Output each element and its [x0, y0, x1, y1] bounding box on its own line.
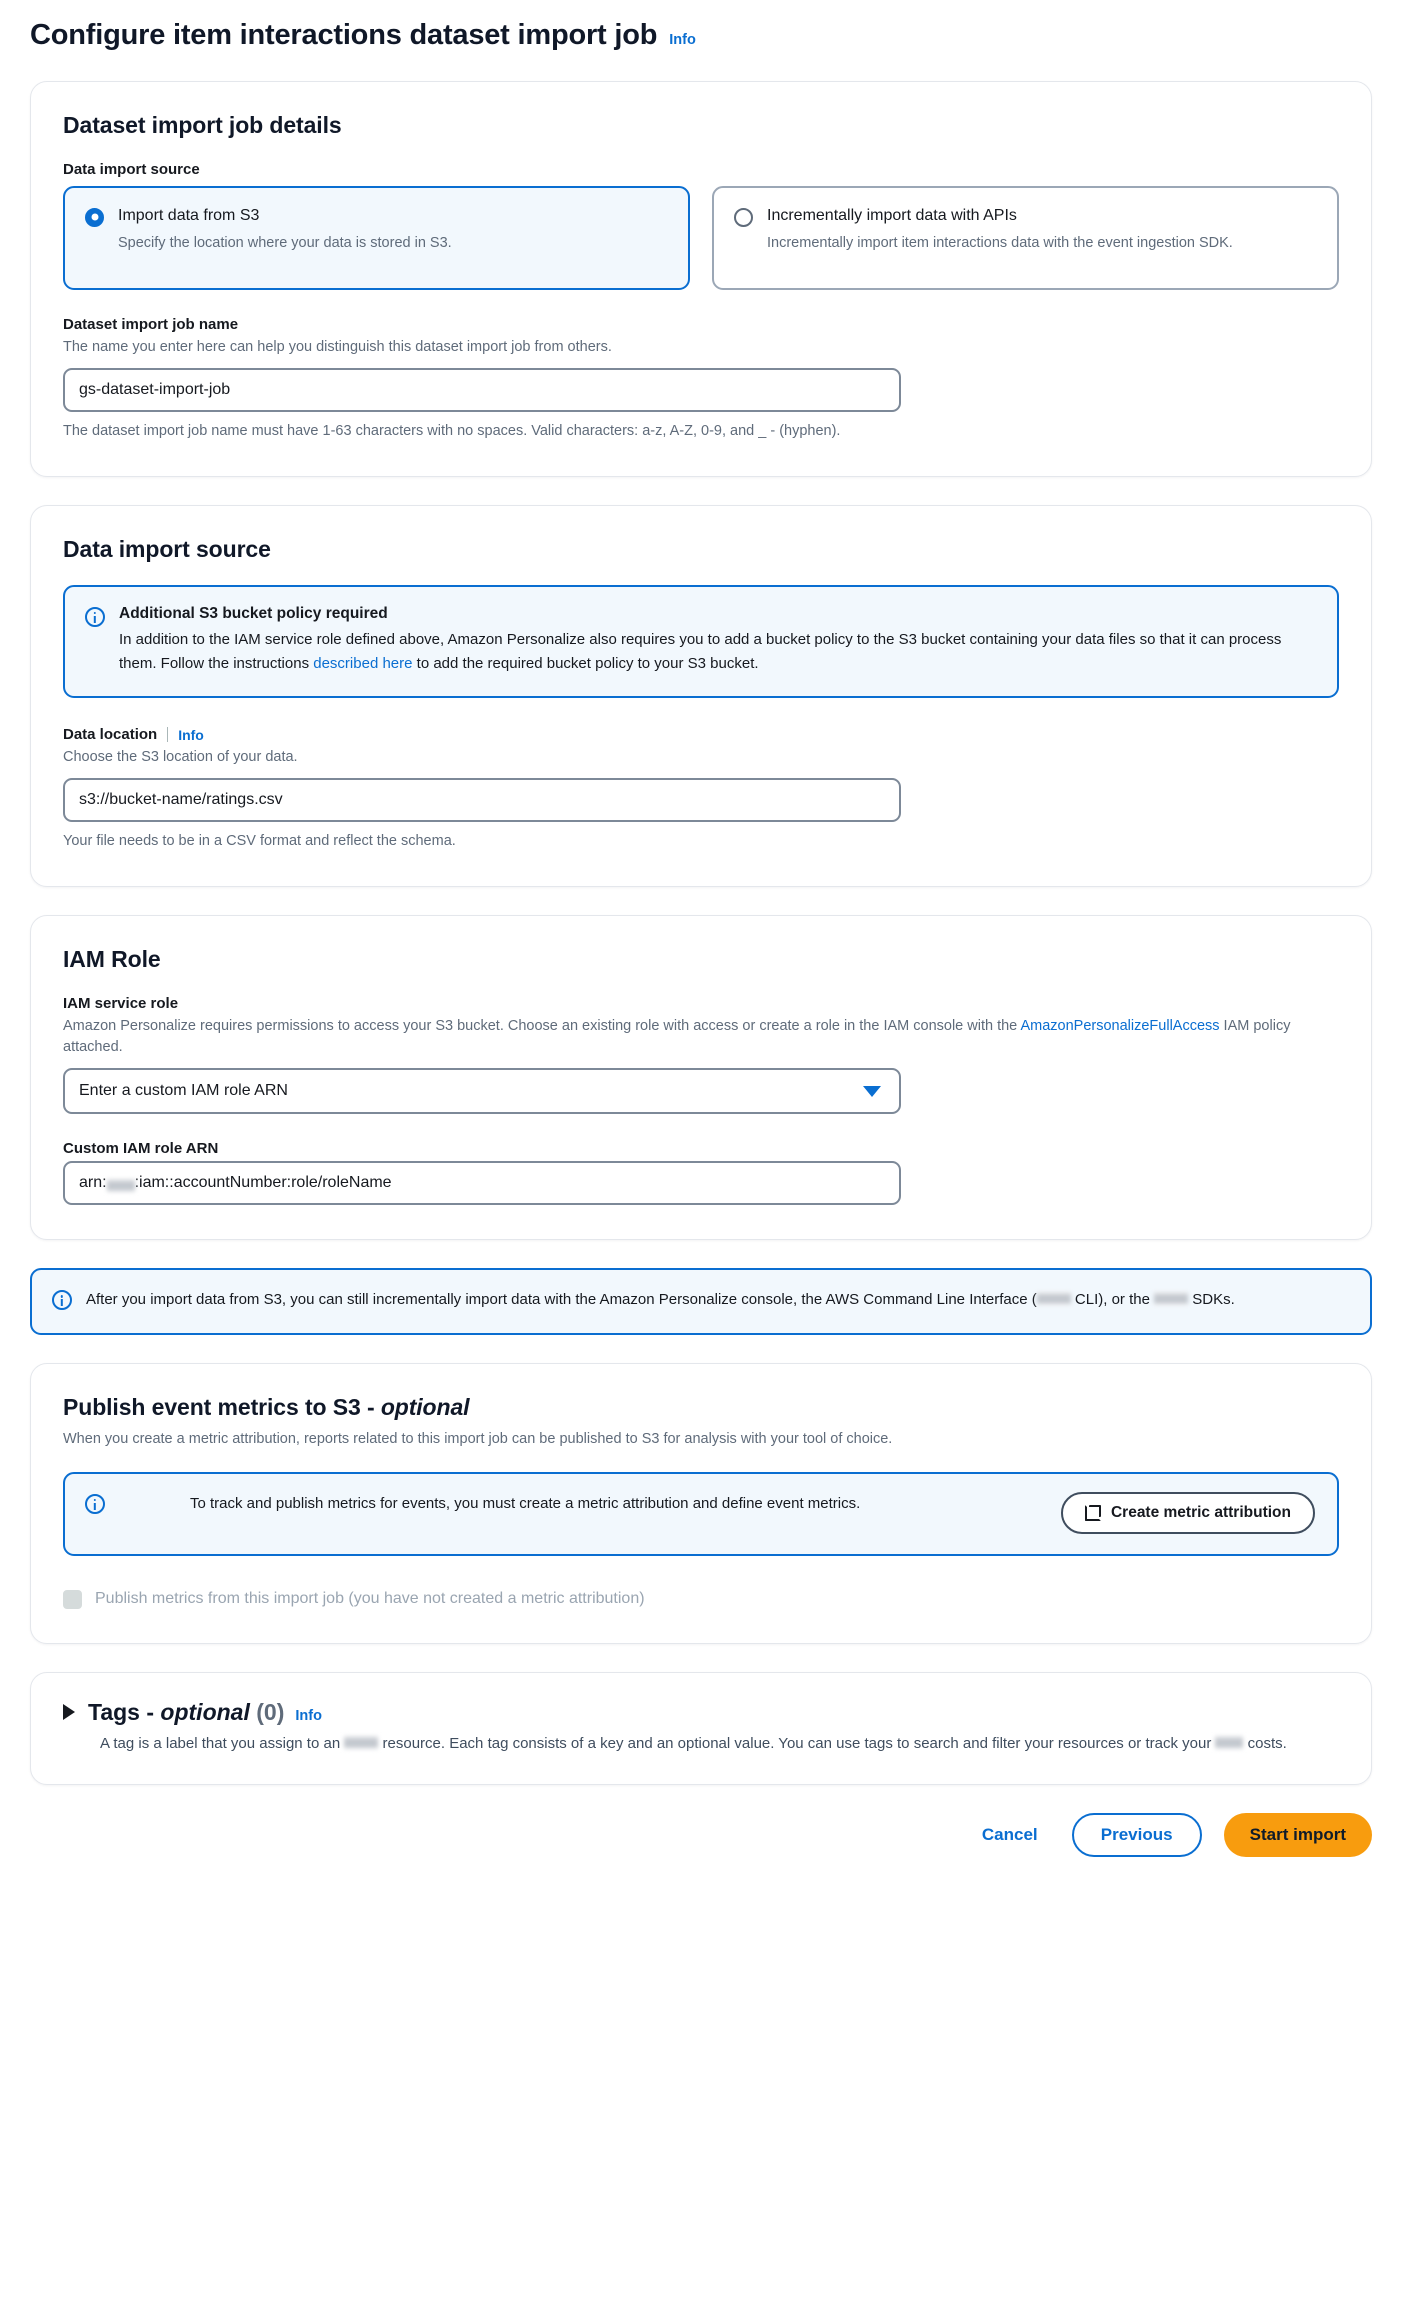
metric-attribution-alert: To track and publish metrics for events,… — [63, 1471, 1339, 1556]
metric-attribution-alert-text: To track and publish metrics for events,… — [189, 1494, 861, 1512]
tags-description: A tag is a label that you assign to an r… — [100, 1732, 1339, 1756]
publish-metrics-description: When you create a metric attribution, re… — [63, 1430, 893, 1447]
tags-card: Tags - optional (0) Info A tag is a labe… — [30, 1671, 1372, 1786]
footer-actions: Cancel Previous Start import — [30, 1813, 1372, 1858]
incremental-text-part3: SDKs. — [1188, 1291, 1235, 1309]
data-import-source-radio-group: Import data from S3 Specify the location… — [63, 185, 1339, 290]
iam-desc-before-link: Amazon Personalize requires permissions … — [63, 1018, 1021, 1035]
iam-role-card: IAM Role IAM service role Amazon Persona… — [30, 915, 1372, 1241]
data-location-label-text: Data location — [63, 726, 158, 744]
iam-service-role-description: Amazon Personalize requires permissions … — [63, 1016, 1313, 1058]
external-link-icon — [1084, 1504, 1101, 1521]
data-import-source-section-title: Data import source — [63, 535, 271, 562]
iam-service-role-label-text: IAM service role — [63, 995, 179, 1013]
alert-text-after-link: to add the required bucket policy to you… — [412, 655, 759, 673]
custom-iam-role-arn-label: Custom IAM role ARN — [63, 1140, 1339, 1157]
chevron-down-icon[interactable] — [863, 1085, 881, 1097]
cancel-button[interactable]: Cancel — [970, 1815, 1050, 1855]
label-divider — [167, 727, 169, 743]
publish-metrics-checkbox-row: Publish metrics from this import job (yo… — [63, 1589, 1339, 1609]
redacted-aws-text-1 — [1036, 1291, 1071, 1307]
arn-value-suffix: :iam::accountNumber:role/roleName — [134, 1174, 392, 1192]
publish-metrics-checkbox-label: Publish metrics from this import job (yo… — [95, 1590, 645, 1608]
info-icon — [85, 606, 105, 627]
job-name-hint: The dataset import job name must have 1-… — [63, 422, 841, 439]
publish-metrics-checkbox — [63, 1589, 82, 1609]
radio-tile-import-from-s3[interactable]: Import data from S3 Specify the location… — [63, 185, 690, 290]
chevron-right-icon[interactable] — [63, 1704, 75, 1721]
iam-service-role-label: IAM service role — [63, 995, 1339, 1012]
incremental-text-part2: CLI), or the — [1070, 1291, 1155, 1309]
tags-expand-toggle[interactable]: Tags - optional (0) Info — [63, 1699, 1339, 1726]
redacted-partition-text — [106, 1177, 135, 1193]
iam-role-section-title: IAM Role — [63, 946, 161, 973]
previous-button[interactable]: Previous — [1071, 1813, 1202, 1858]
publish-metrics-title-optional: optional — [380, 1393, 470, 1420]
create-metric-attribution-button[interactable]: Create metric attribution — [1060, 1491, 1315, 1534]
tags-info-link[interactable]: Info — [295, 1708, 322, 1724]
radio-tile-title-apis: Incrementally import data with APIs — [767, 206, 1017, 224]
radio-tile-incremental-apis[interactable]: Incrementally import data with APIs Incr… — [712, 185, 1339, 290]
alert-text-bucket-policy: In addition to the IAM service role defi… — [119, 628, 1315, 677]
data-import-source-card: Data import source Additional S3 bucket … — [30, 504, 1372, 888]
data-location-info-link[interactable]: Info — [178, 727, 204, 743]
iam-service-role-select[interactable]: Enter a custom IAM role ARN — [63, 1068, 901, 1115]
dataset-import-job-details-card: Dataset import job details Data import s… — [30, 80, 1372, 477]
custom-iam-role-arn-label-text: Custom IAM role ARN — [63, 1140, 219, 1158]
page-title: Configure item interactions dataset impo… — [30, 19, 658, 51]
tags-desc-part3: costs. — [1243, 1734, 1287, 1752]
tags-title-optional: optional — [160, 1698, 250, 1725]
tags-count: (0) — [256, 1698, 285, 1725]
radio-icon-unselected[interactable] — [734, 207, 753, 227]
info-icon — [85, 1493, 105, 1514]
incremental-import-alert-text: After you import data from S3, you can s… — [86, 1288, 1348, 1312]
data-import-source-label-text: Data import source — [63, 160, 200, 178]
publish-event-metrics-card: Publish event metrics to S3 - optional W… — [30, 1362, 1372, 1644]
amazon-personalize-full-access-link[interactable]: AmazonPersonalizeFullAccess — [1020, 1018, 1219, 1034]
data-location-input[interactable] — [63, 778, 901, 823]
incremental-text-part1: After you import data from S3, you can s… — [86, 1291, 1037, 1309]
radio-tile-desc-apis: Incrementally import item interactions d… — [767, 234, 1233, 251]
s3-bucket-policy-alert: Additional S3 bucket policy required In … — [63, 584, 1339, 699]
job-name-label: Dataset import job name — [63, 316, 1339, 333]
redacted-aws-text-4 — [1215, 1734, 1244, 1750]
publish-metrics-title-main: Publish event metrics to S3 - — [63, 1393, 381, 1420]
incremental-import-alert: After you import data from S3, you can s… — [30, 1268, 1372, 1335]
arn-value-prefix: arn: — [79, 1174, 107, 1192]
redacted-aws-text-3 — [344, 1734, 379, 1750]
tags-desc-part2: resource. Each tag consists of a key and… — [378, 1734, 1216, 1752]
iam-service-role-selected-value: Enter a custom IAM role ARN — [79, 1082, 288, 1100]
create-metric-attribution-label: Create metric attribution — [1110, 1503, 1291, 1521]
start-import-button[interactable]: Start import — [1223, 1813, 1372, 1858]
radio-tile-title-s3: Import data from S3 — [118, 206, 260, 224]
info-icon — [52, 1290, 72, 1311]
job-name-description: The name you enter here can help you dis… — [63, 338, 612, 355]
described-here-link[interactable]: described here — [313, 655, 412, 672]
alert-title-bucket-policy: Additional S3 bucket policy required — [119, 604, 388, 622]
job-name-input[interactable] — [63, 367, 901, 412]
page-info-link[interactable]: Info — [669, 32, 696, 48]
data-import-source-label: Data import source — [63, 161, 1339, 178]
publish-metrics-section-title: Publish event metrics to S3 - optional — [63, 1394, 1339, 1421]
tags-title-main: Tags - — [88, 1698, 161, 1725]
tags-desc-part1: A tag is a label that you assign to an — [100, 1734, 345, 1752]
job-name-label-text: Dataset import job name — [63, 315, 239, 333]
page-header: Configure item interactions dataset impo… — [0, 0, 1412, 53]
data-location-hint: Your file needs to be in a CSV format an… — [63, 833, 456, 850]
data-location-description: Choose the S3 location of your data. — [63, 749, 298, 766]
radio-tile-desc-s3: Specify the location where your data is … — [118, 234, 452, 251]
radio-icon-selected[interactable] — [85, 207, 104, 227]
details-section-title: Dataset import job details — [63, 111, 342, 138]
redacted-aws-text-2 — [1154, 1291, 1189, 1307]
data-location-label: Data location Info — [63, 726, 1339, 743]
custom-iam-role-arn-input[interactable]: arn: :iam::accountNumber:role/roleName — [63, 1161, 901, 1206]
tags-title: Tags - optional (0) — [88, 1699, 284, 1726]
